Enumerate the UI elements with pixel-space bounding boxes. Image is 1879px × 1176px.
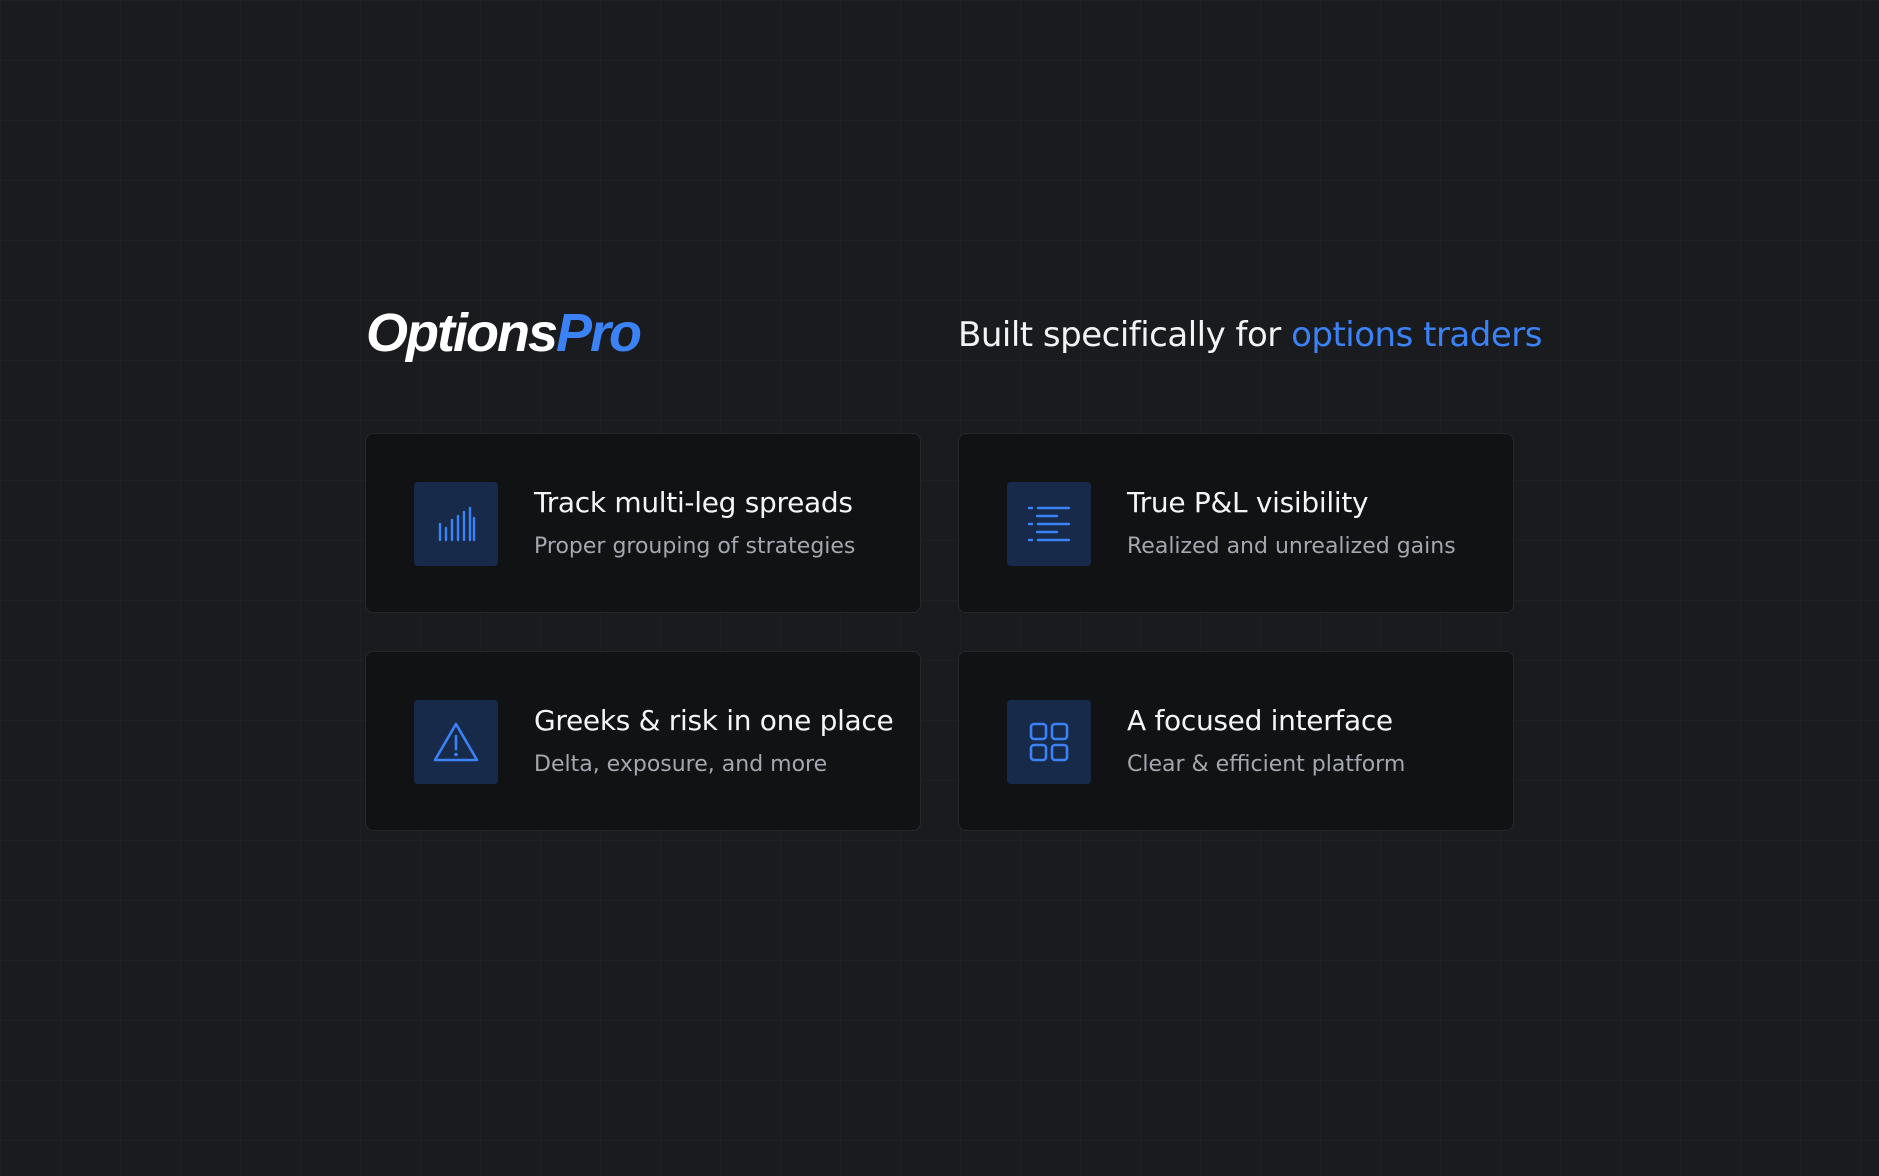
feature-card-pnl: True P&L visibility Realized and unreali…: [958, 433, 1514, 613]
tagline-prefix: Built specifically for: [958, 315, 1292, 355]
brand-logo[interactable]: OptionsPro: [366, 302, 642, 364]
feature-title: Track multi-leg spreads: [534, 486, 853, 519]
feature-icon-box: [1007, 700, 1091, 784]
feature-icon-box: [414, 482, 498, 566]
feature-subtitle: Proper grouping of strategies: [534, 534, 856, 559]
tagline-heading: Built specifically for options traders: [958, 312, 1542, 358]
bar-chart-icon: [438, 506, 476, 542]
feature-title: A focused interface: [1127, 704, 1393, 737]
feature-card-interface: A focused interface Clear & efficient pl…: [958, 651, 1514, 831]
feature-title: Greeks & risk in one place: [534, 704, 894, 737]
feature-card-greeks: Greeks & risk in one place Delta, exposu…: [365, 651, 921, 831]
feature-subtitle: Realized and unrealized gains: [1127, 534, 1456, 559]
logo-text-pro: Pro: [555, 303, 642, 363]
feature-subtitle: Delta, exposure, and more: [534, 752, 828, 777]
grid-icon: [1029, 722, 1069, 762]
list-icon: [1027, 506, 1071, 542]
feature-card-spreads: Track multi-leg spreads Proper grouping …: [365, 433, 921, 613]
feature-icon-box: [414, 700, 498, 784]
feature-icon-box: [1007, 482, 1091, 566]
feature-subtitle: Clear & efficient platform: [1127, 752, 1406, 777]
tagline-accent: options traders: [1291, 315, 1542, 355]
warning-triangle-icon: [433, 722, 479, 762]
logo-text-options: Options: [366, 303, 558, 363]
feature-title: True P&L visibility: [1127, 486, 1369, 519]
